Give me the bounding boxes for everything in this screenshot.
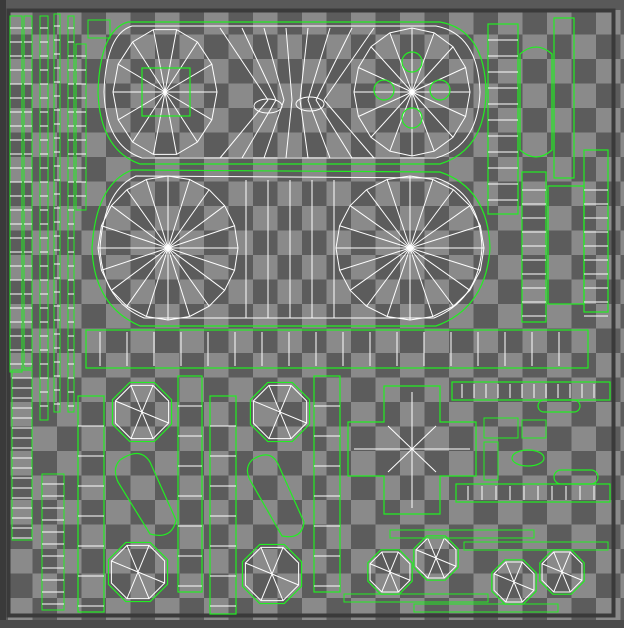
uv-editor-viewport[interactable] [0,0,624,628]
uv-layout-canvas[interactable] [0,0,624,628]
